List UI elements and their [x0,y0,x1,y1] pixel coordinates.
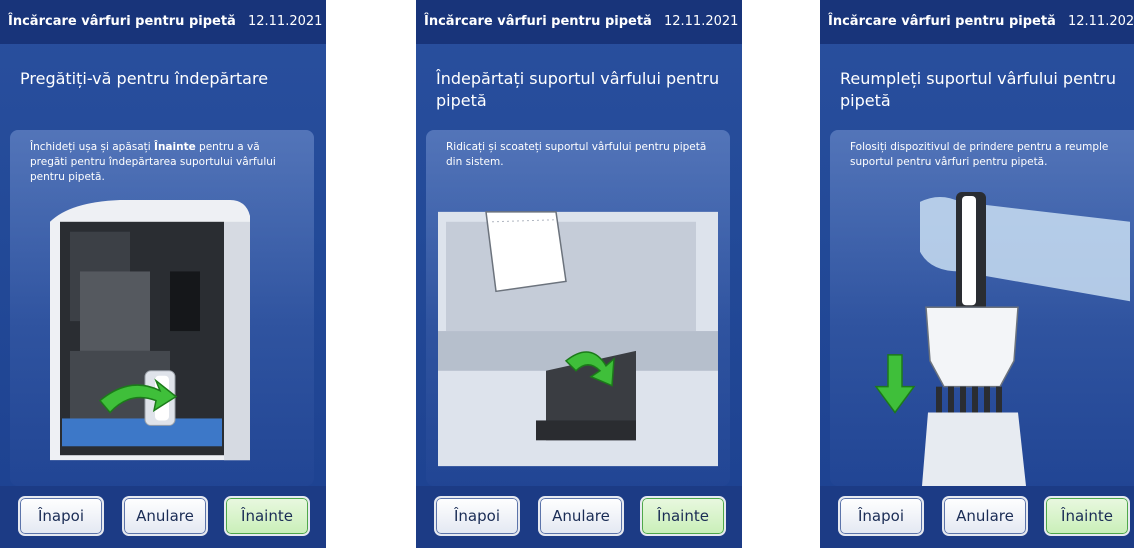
next-button[interactable]: Înainte [224,496,310,536]
instruction-text: Ridicați și scoateți suportul vârfului p… [446,141,707,168]
next-button[interactable]: Înainte [640,496,726,536]
cancel-button[interactable]: Anulare [122,496,208,536]
step-heading: Reumpleți suportul vârfului pentru pipet… [840,69,1117,110]
instruction-text: Închideți ușa și apăsați Înainte pentru … [30,141,276,183]
window-title: Încărcare vârfuri pentru pipetă [828,14,1056,29]
timestamp: 12.11.2021 08:33 [663,14,742,29]
back-button[interactable]: Înapoi [18,496,104,536]
back-button[interactable]: Înapoi [838,496,924,536]
timestamp: 12.11.2021 08:33 [1067,14,1134,29]
button-bar: Înapoi Anulare Înainte [0,486,326,548]
screen-remove-tip-holder: Încărcare vârfuri pentru pipetă 12.11.20… [416,0,742,548]
down-arrow-icon [874,354,916,414]
screen-prepare-removal: Încărcare vârfuri pentru pipetă 12.11.20… [0,0,326,548]
step-heading: Îndepărtați suportul vârfului pentru pip… [436,69,720,110]
instruction-panel: Folosiți dispozitivul de prindere pentru… [830,130,1134,486]
button-bar: Înapoi Anulare Înainte [416,486,742,548]
title-bar: Încărcare vârfuri pentru pipetă 12.11.20… [416,0,742,44]
step-heading: Pregătiți-vă pentru îndepărtare [20,69,269,88]
back-button[interactable]: Înapoi [434,496,520,536]
cancel-button[interactable]: Anulare [942,496,1028,536]
instruction-panel: Închideți ușa și apăsați Înainte pentru … [10,130,314,486]
window-title: Încărcare vârfuri pentru pipetă [424,14,652,29]
timestamp: 12.11.2021 08:33 [247,14,326,29]
title-bar: Încărcare vârfuri pentru pipetă 12.11.20… [0,0,326,44]
instrument-door-illustration [10,192,314,486]
instruction-panel: Ridicați și scoateți suportul vârfului p… [426,130,730,486]
instruction-text: Folosiți dispozitivul de prindere pentru… [850,141,1109,168]
window-title: Încărcare vârfuri pentru pipetă [8,14,236,29]
tip-holder-removal-illustration [426,192,730,486]
cancel-button[interactable]: Anulare [538,496,624,536]
gripper-refill-illustration [830,192,1134,486]
screen-refill-tip-holder: Încărcare vârfuri pentru pipetă 12.11.20… [820,0,1134,548]
next-button[interactable]: Înainte [1044,496,1130,536]
title-bar: Încărcare vârfuri pentru pipetă 12.11.20… [820,0,1134,44]
button-bar: Înapoi Anulare Înainte [820,486,1134,548]
